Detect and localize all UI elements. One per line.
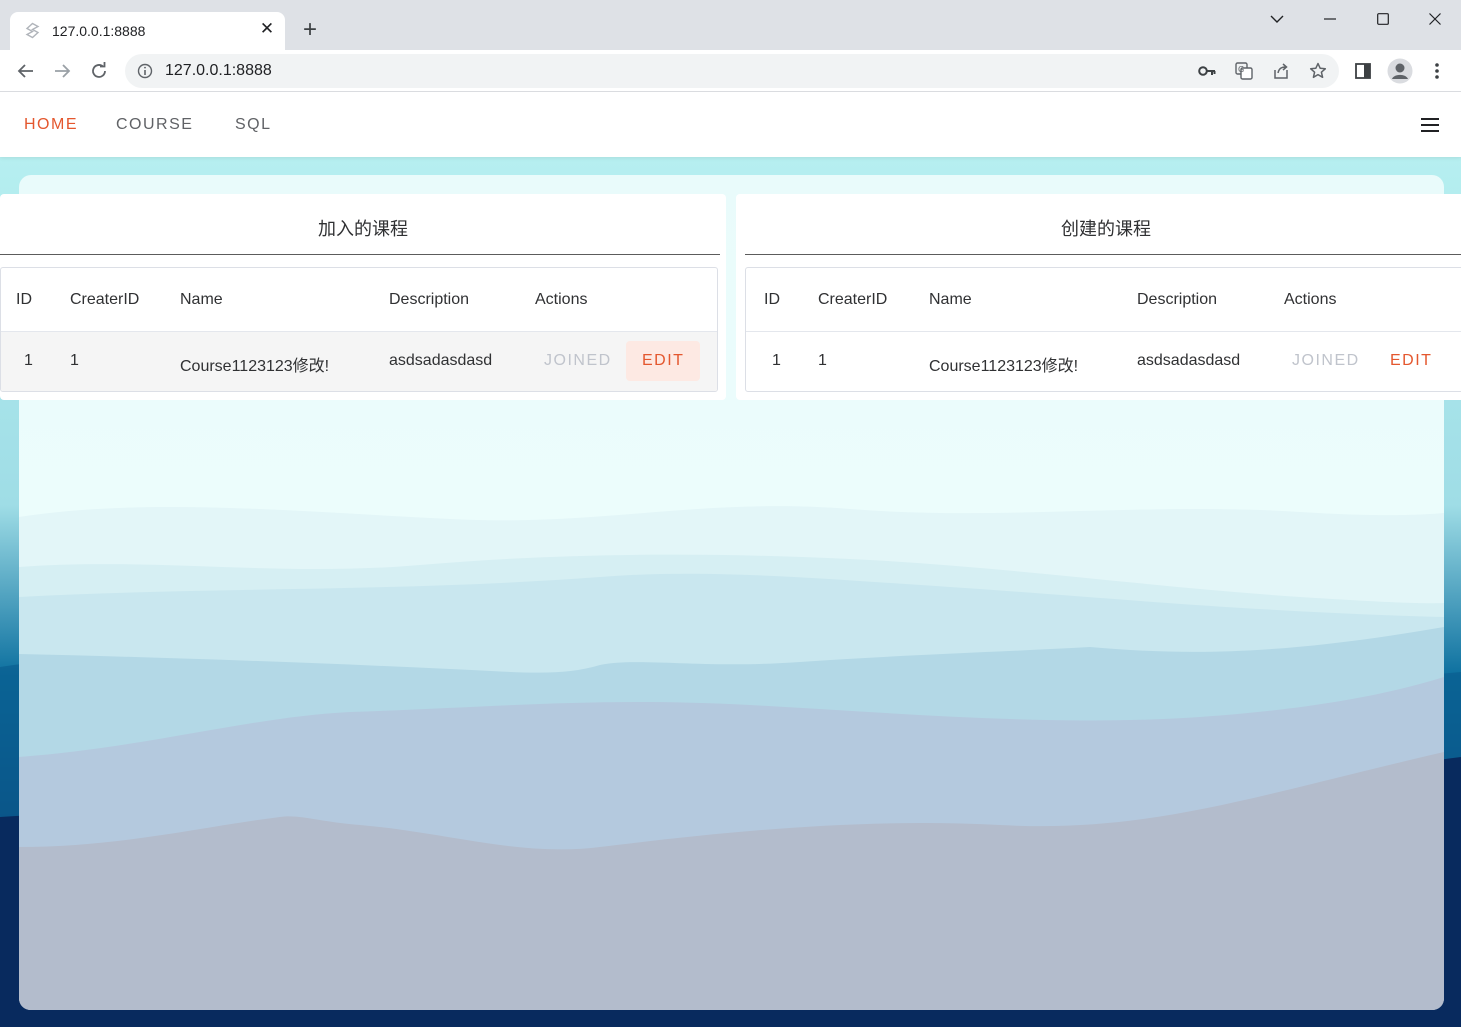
created-courses-title: 创建的课程	[1061, 219, 1151, 239]
close-window-icon[interactable]	[1417, 6, 1453, 32]
top-navbar: HOME COURSE SQL	[0, 93, 1461, 157]
password-key-icon[interactable]	[1195, 59, 1219, 83]
side-panel-icon[interactable]	[1349, 57, 1377, 85]
back-icon[interactable]	[12, 57, 40, 85]
nav-home[interactable]: HOME	[24, 116, 78, 134]
col-actions: Actions	[535, 291, 588, 308]
forward-icon[interactable]	[48, 57, 76, 85]
cell-id: 1	[24, 352, 33, 369]
cell-name: Course1123123修改!	[180, 358, 330, 375]
address-url: 127.0.0.1:8888	[165, 62, 272, 79]
hamburger-menu-icon[interactable]	[1420, 115, 1440, 135]
tab-close-icon[interactable]: ✕	[257, 19, 277, 39]
tab-search-icon[interactable]	[1259, 6, 1295, 32]
tab-title: 127.0.0.1:8888	[52, 23, 146, 39]
panel-divider	[0, 254, 720, 255]
joined-button[interactable]: JOINED	[544, 352, 612, 370]
col-name: Name	[180, 291, 223, 308]
translate-icon[interactable]: G	[1232, 59, 1256, 83]
nav-course[interactable]: COURSE	[116, 116, 193, 134]
edit-button[interactable]: EDIT	[1374, 341, 1448, 381]
cell-creater-id: 1	[818, 352, 827, 369]
address-bar[interactable]: 127.0.0.1:8888 G	[125, 54, 1339, 88]
cell-creater-id: 1	[70, 352, 79, 369]
site-info-icon[interactable]	[137, 63, 153, 79]
browser-menu-icon[interactable]	[1423, 57, 1451, 85]
share-icon[interactable]	[1269, 59, 1293, 83]
web-page: HOME COURSE SQL 加入的课程 ID CreaterID Name …	[0, 93, 1461, 1027]
panel-divider	[745, 254, 1461, 255]
nav-sql[interactable]: SQL	[235, 116, 272, 134]
joined-courses-title: 加入的课程	[318, 219, 408, 239]
col-creater-id: CreaterID	[818, 291, 888, 308]
col-id: ID	[764, 291, 780, 308]
joined-courses-panel: 加入的课程 ID CreaterID Name Description Acti…	[0, 194, 726, 400]
table-header: ID CreaterID Name Description Actions	[746, 268, 1461, 332]
col-creater-id: CreaterID	[70, 291, 140, 308]
joined-button[interactable]: JOINED	[1292, 352, 1360, 370]
profile-avatar-icon[interactable]	[1386, 57, 1414, 85]
col-name: Name	[929, 291, 972, 308]
browser-tabstrip: 127.0.0.1:8888 ✕ +	[0, 0, 1461, 50]
col-description: Description	[1137, 291, 1218, 308]
col-actions: Actions	[1284, 291, 1337, 308]
cell-id: 1	[772, 352, 781, 369]
col-id: ID	[16, 291, 32, 308]
browser-tab[interactable]: 127.0.0.1:8888 ✕	[10, 12, 285, 50]
browser-toolbar: 127.0.0.1:8888 G	[0, 50, 1461, 92]
svg-text:G: G	[1238, 65, 1244, 74]
cell-description: asdsadasdasd	[1137, 352, 1241, 369]
table-header: ID CreaterID Name Description Actions	[1, 268, 717, 332]
created-courses-panel: 创建的课程 ID CreaterID Name Description Acti…	[736, 194, 1461, 400]
table-row: 1 1 Course1123123修改! asdsadasdasd JOINED…	[1, 332, 717, 391]
table-row: 1 1 Course1123123修改! asdsadasdasd JOINED…	[746, 332, 1461, 391]
minimize-icon[interactable]	[1312, 6, 1348, 32]
reload-icon[interactable]	[85, 57, 113, 85]
cell-description: asdsadasdasd	[389, 352, 493, 369]
bookmark-star-icon[interactable]	[1306, 59, 1330, 83]
cell-name: Course1123123修改!	[929, 358, 1079, 375]
joined-courses-table: ID CreaterID Name Description Actions 1 …	[0, 267, 718, 392]
col-description: Description	[389, 291, 470, 308]
new-tab-icon[interactable]: +	[298, 18, 322, 42]
created-courses-table: ID CreaterID Name Description Actions 1 …	[745, 267, 1461, 392]
site-favicon-icon	[24, 22, 41, 39]
maximize-icon[interactable]	[1365, 6, 1401, 32]
edit-button[interactable]: EDIT	[626, 341, 701, 381]
